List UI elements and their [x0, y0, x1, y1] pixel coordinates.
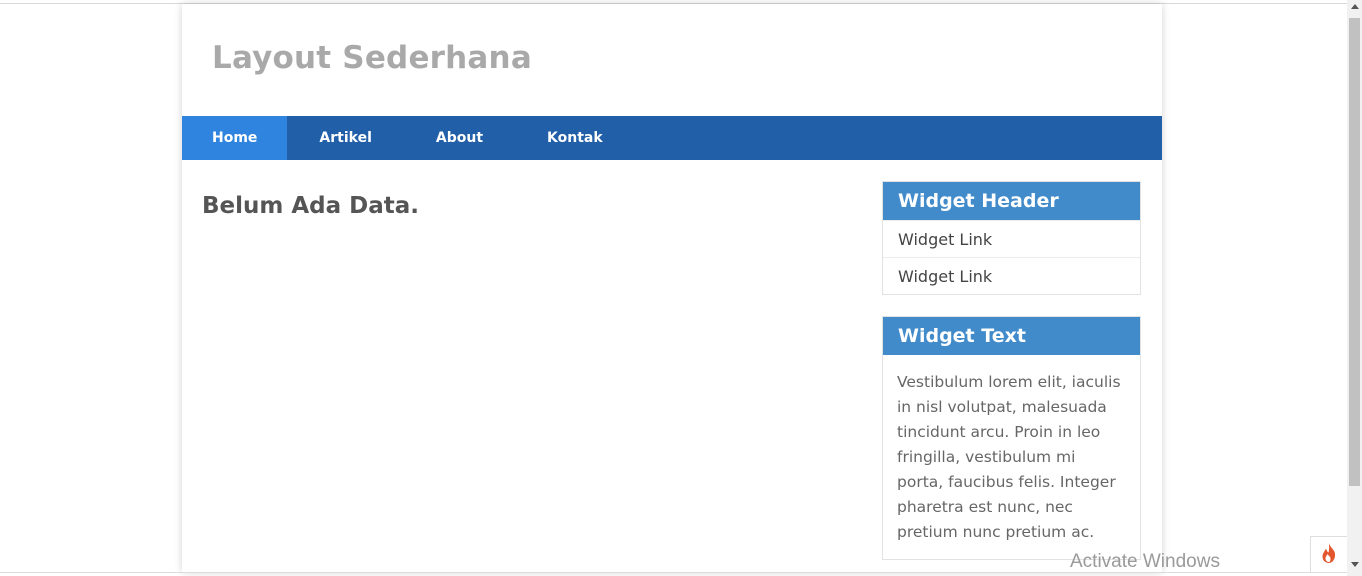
- vertical-scrollbar[interactable]: [1347, 0, 1362, 576]
- nav-item-artikel[interactable]: Artikel: [287, 116, 403, 160]
- content-message: Belum Ada Data.: [202, 193, 420, 219]
- scroll-down-arrow-icon[interactable]: [1351, 562, 1359, 567]
- widget-header: Widget Text: [883, 317, 1140, 355]
- nav-item-kontak[interactable]: Kontak: [515, 116, 635, 160]
- activate-windows-watermark: Activate Windows: [1070, 551, 1220, 572]
- nav-item-about[interactable]: About: [404, 116, 515, 160]
- scroll-up-arrow-icon[interactable]: [1351, 4, 1359, 9]
- widget-text: Widget Text Vestibulum lorem elit, iacul…: [882, 316, 1141, 560]
- widget-link[interactable]: Widget Link: [883, 257, 1140, 294]
- widget-text-body: Vestibulum lorem elit, iaculis in nisl v…: [897, 373, 1121, 541]
- scroll-thumb[interactable]: [1349, 18, 1360, 486]
- page-container: Layout Sederhana Home Artikel About Kont…: [182, 4, 1162, 572]
- widget-header: Widget Header: [883, 182, 1140, 220]
- main-nav: Home Artikel About Kontak: [182, 116, 1162, 160]
- widget-links: Widget Header Widget Link Widget Link: [882, 181, 1141, 295]
- site-title: Layout Sederhana: [212, 40, 532, 76]
- nav-item-home[interactable]: Home: [182, 116, 288, 160]
- widget-link[interactable]: Widget Link: [883, 220, 1140, 257]
- flame-icon: [1320, 542, 1338, 568]
- flame-button[interactable]: [1310, 536, 1347, 573]
